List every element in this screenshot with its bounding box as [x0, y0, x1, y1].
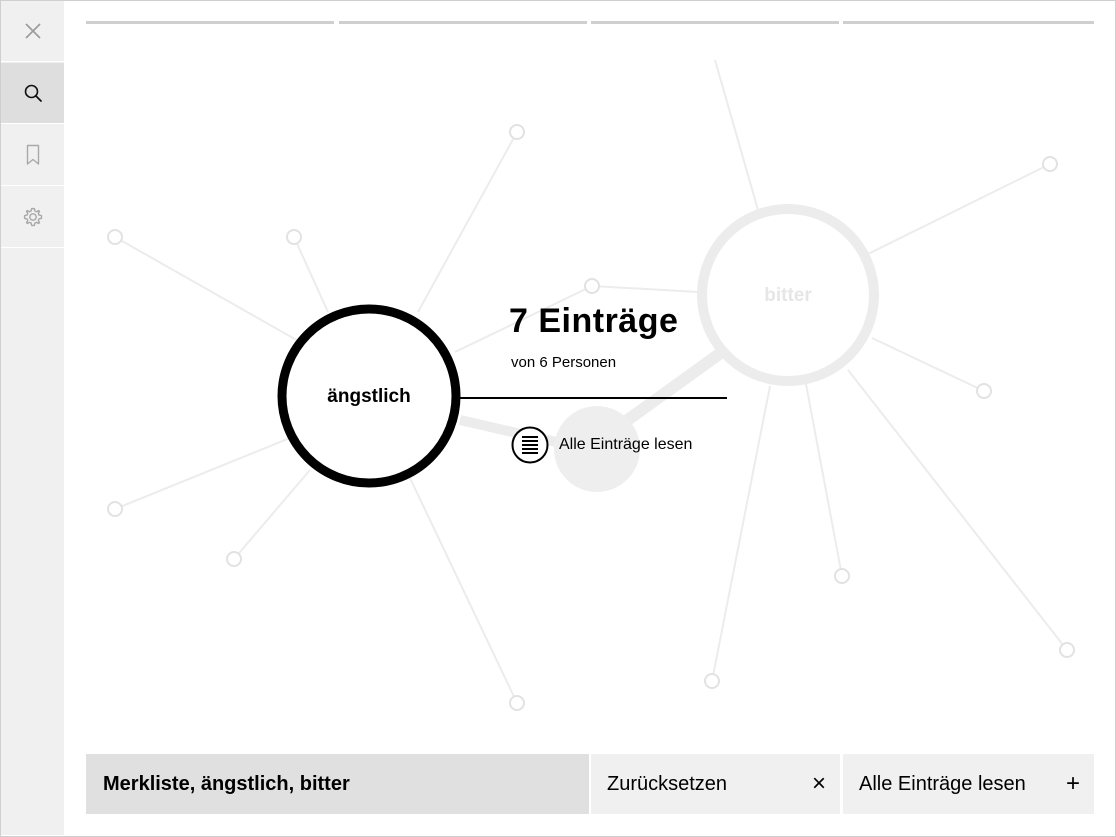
faded-edges — [114, 59, 1068, 704]
read-all-entries-button-label: Alle Einträge lesen — [859, 772, 1026, 795]
faded-node — [107, 229, 123, 245]
faded-node — [584, 278, 600, 294]
faded-node — [107, 501, 123, 517]
faded-node — [704, 673, 720, 689]
faded-node — [286, 229, 302, 245]
faded-node — [976, 383, 992, 399]
read-all-entries-link[interactable]: Alle Einträge lesen — [511, 426, 692, 464]
node-label-angstlich[interactable]: ängstlich — [327, 386, 410, 408]
faded-node — [834, 568, 850, 584]
faded-node — [509, 124, 525, 140]
plus-icon: + — [1065, 770, 1080, 797]
close-icon: × — [811, 770, 826, 797]
list-icon — [511, 426, 549, 464]
persons-count: von 6 Personen — [511, 354, 617, 371]
reset-label: Zurücksetzen — [607, 772, 728, 795]
entries-count: 7 Einträge — [509, 302, 679, 340]
reset-button[interactable]: Zurücksetzen × — [591, 754, 840, 814]
graph-canvas — [107, 59, 1075, 711]
faded-node — [1042, 156, 1058, 172]
read-all-entries-button[interactable]: Alle Einträge lesen + — [843, 754, 1094, 814]
faded-node — [509, 695, 525, 711]
read-all-entries-label: Alle Einträge lesen — [559, 436, 693, 453]
faded-node — [226, 551, 242, 567]
faded-node — [1059, 642, 1075, 658]
active-filter-label: Merkliste, ängstlich, bitter — [103, 772, 350, 795]
node-label-bitter[interactable]: bitter — [764, 285, 812, 307]
active-filter-display: Merkliste, ängstlich, bitter — [86, 754, 589, 814]
